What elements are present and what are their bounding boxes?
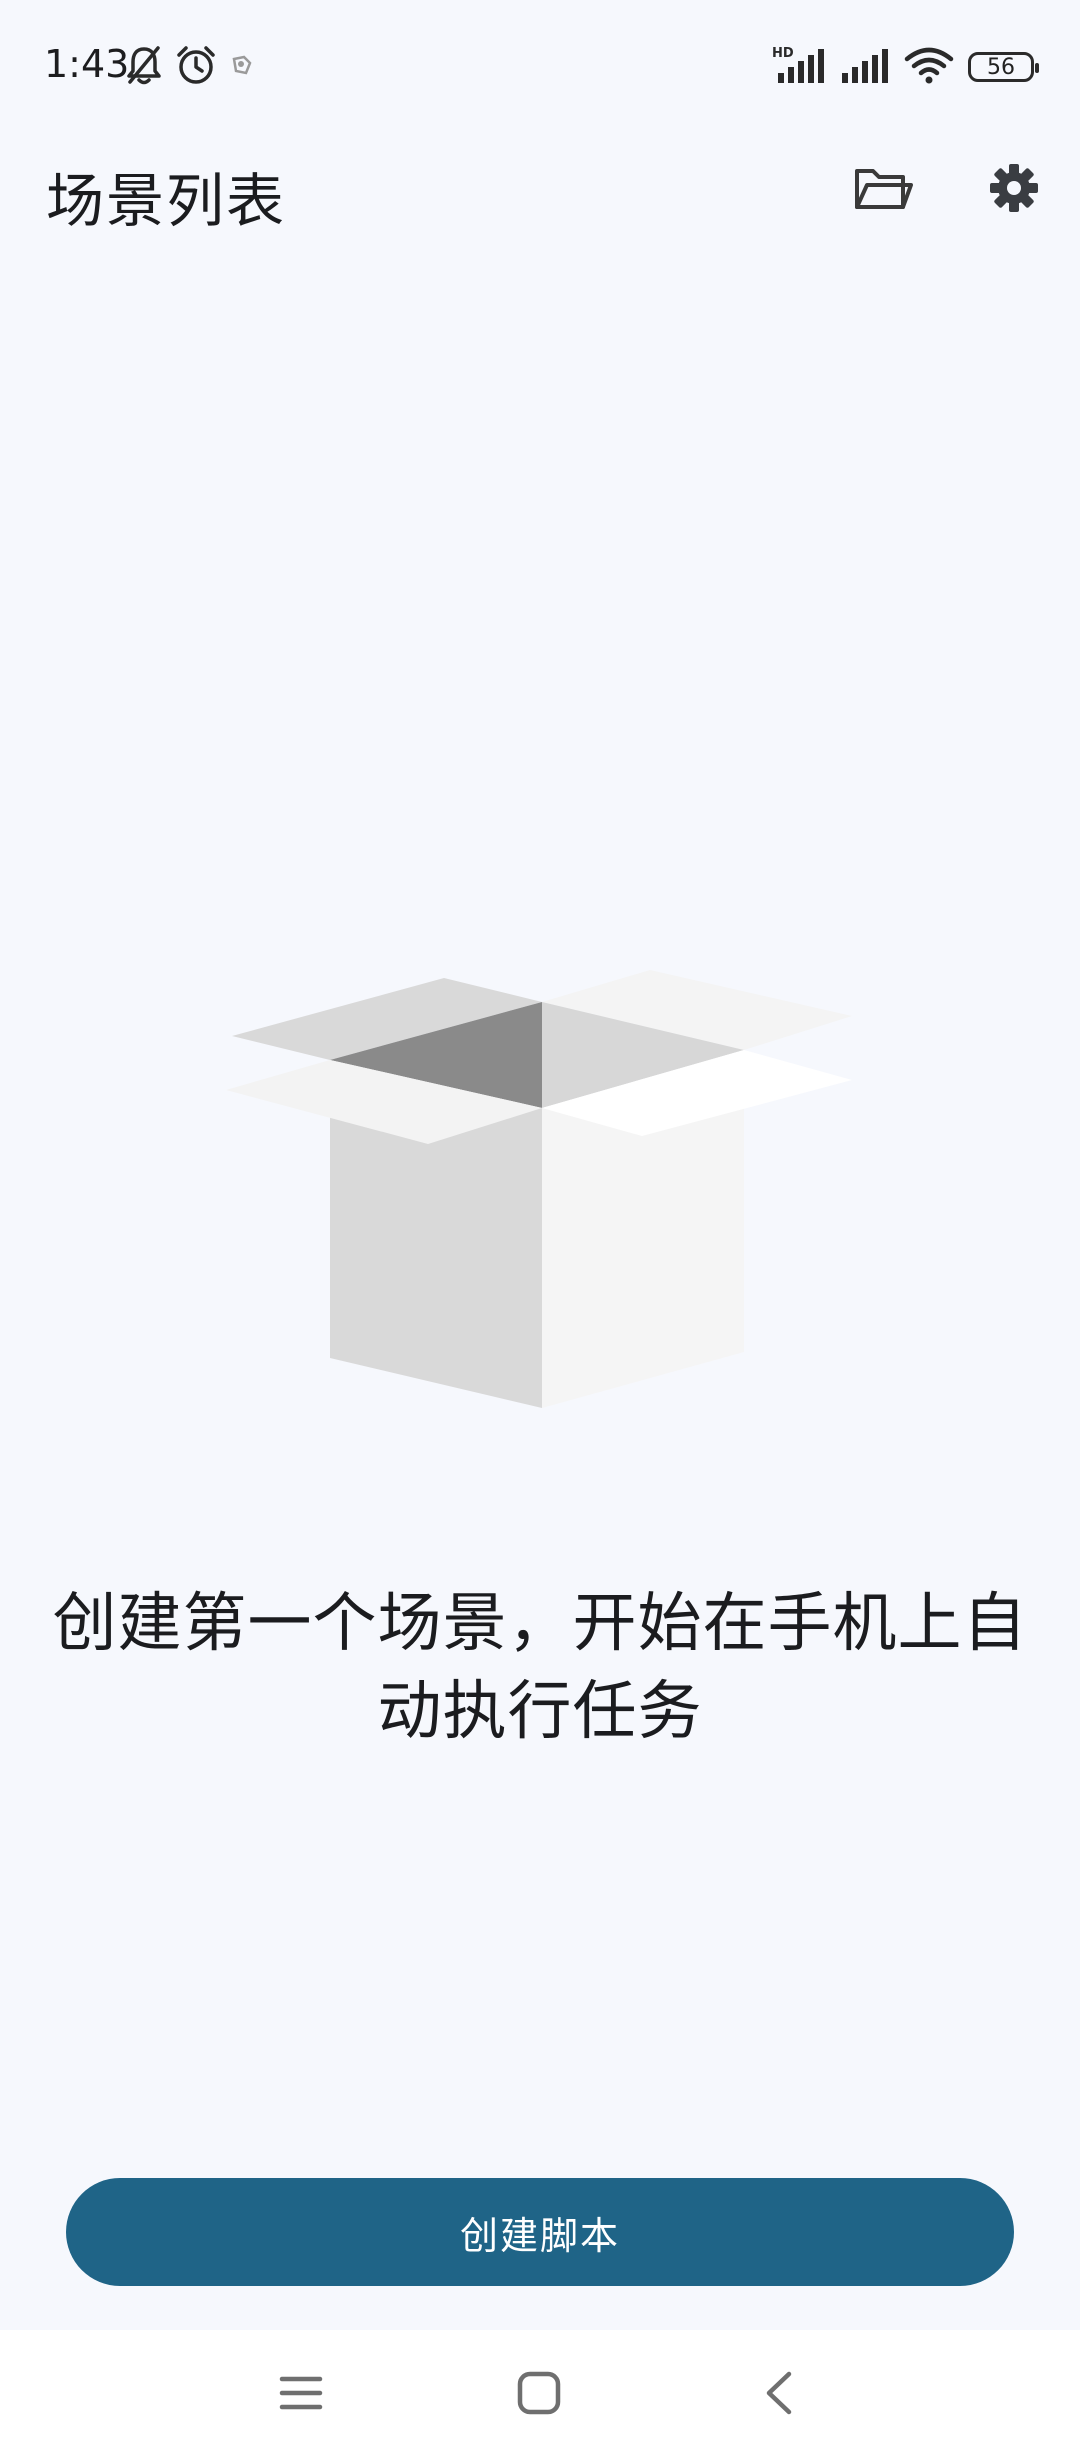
navigation-bar — [0, 2330, 1080, 2460]
nav-home-button[interactable] — [494, 2350, 584, 2440]
app-notification-icon — [228, 51, 256, 83]
page-title: 场景列表 — [46, 167, 287, 235]
status-right-icons: HD 56 — [772, 44, 1039, 90]
app-bar: 场景列表 — [0, 140, 1080, 240]
settings-gear-icon — [988, 162, 1040, 218]
folder-button[interactable] — [844, 150, 924, 230]
nav-back-button[interactable] — [734, 2350, 824, 2440]
menu-icon — [278, 2373, 324, 2417]
battery-icon: 56 — [968, 52, 1039, 82]
status-left-icons — [124, 44, 256, 90]
alarm-icon — [174, 43, 218, 91]
status-bar: 1:43 HD 56 — [0, 0, 1080, 140]
create-script-button[interactable]: 创建脚本 — [66, 2178, 1014, 2286]
home-square-icon — [516, 2370, 562, 2420]
wifi-icon — [904, 45, 954, 89]
battery-level: 56 — [987, 54, 1015, 80]
hd-signal-icon: HD — [772, 45, 826, 89]
empty-state-message: 创建第一个场景，开始在手机上自动执行任务 — [52, 1587, 1028, 1749]
folder-open-icon — [853, 163, 915, 217]
nav-menu-button[interactable] — [256, 2350, 346, 2440]
back-chevron-icon — [761, 2368, 797, 2422]
open-box-icon — [220, 970, 860, 1424]
bell-off-icon — [124, 44, 164, 90]
settings-button[interactable] — [974, 150, 1054, 230]
signal-icon — [840, 45, 890, 89]
svg-text:HD: HD — [772, 46, 794, 61]
status-time: 1:43 — [44, 42, 130, 86]
empty-state-illustration — [220, 960, 860, 1420]
